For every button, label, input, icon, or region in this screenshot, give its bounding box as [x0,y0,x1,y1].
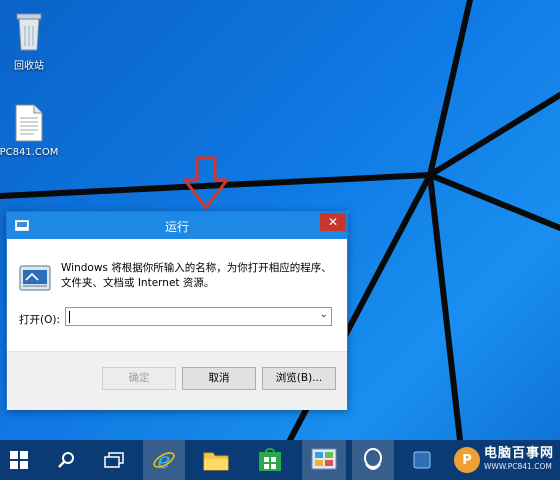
text-file-icon [15,104,43,142]
site-watermark: P 电脑百事网 WWW.PC841.COM [453,443,554,477]
open-label: 打开(O): [19,314,60,326]
run-app-icon [19,265,51,291]
watermark-url: WWW.PC841.COM [483,462,552,471]
start-button[interactable] [0,440,38,480]
browse-button[interactable]: 浏览(B)... [262,367,336,390]
chevron-down-icon[interactable]: ⌄ [320,309,328,320]
start-icon [10,451,28,469]
task-view-button[interactable] [95,440,133,480]
app-icon [413,451,431,469]
taskbar-store[interactable] [249,440,291,480]
recycle-bin-label: 回收站 [14,61,44,72]
dialog-button-bar: 确定 取消 浏览(B)... [7,351,347,410]
dialog-description: Windows 将根据你所输入的名称，为你打开相应的程序、文件夹、文档或 Int… [61,262,332,289]
dialog-title: 运行 [164,220,189,234]
taskbar-qq[interactable] [352,440,394,480]
red-down-arrow-icon [183,156,229,210]
taskbar-app[interactable] [402,440,442,480]
search-button[interactable] [47,440,85,480]
close-button[interactable]: ✕ [320,213,346,231]
file-explorer-icon [203,452,229,471]
search-icon [58,452,74,468]
dialog-titlebar[interactable]: 运行 ✕ [7,212,347,239]
desktop-icon-pc841[interactable]: PC841.COM [0,104,64,158]
task-view-icon [104,452,124,468]
store-icon [259,448,281,471]
recycle-bin-icon [16,13,42,51]
qq-icon [364,448,382,470]
run-dialog: 运行 ✕ Windows 将根据你所输入的名称，为你打开相应的程序、文件夹、文档… [6,211,348,410]
text-caret [69,311,70,323]
taskbar-control-panel[interactable] [302,440,346,480]
control-panel-icon [311,448,337,470]
pc841-file-label: PC841.COM [0,147,59,158]
cancel-button[interactable]: 取消 [182,367,256,390]
watermark-logo: P [453,447,480,473]
watermark-title: 电脑百事网 [483,446,554,461]
desktop-icon-recycle-bin[interactable]: 回收站 [0,10,64,72]
taskbar-file-explorer[interactable] [195,440,237,480]
dialog-body: Windows 将根据你所输入的名称，为你打开相应的程序、文件夹、文档或 Int… [7,239,347,410]
ok-button[interactable]: 确定 [102,367,176,390]
internet-explorer-icon: e [153,449,175,472]
taskbar-internet-explorer[interactable]: e [143,440,185,480]
open-combobox[interactable]: ⌄ [65,307,332,326]
